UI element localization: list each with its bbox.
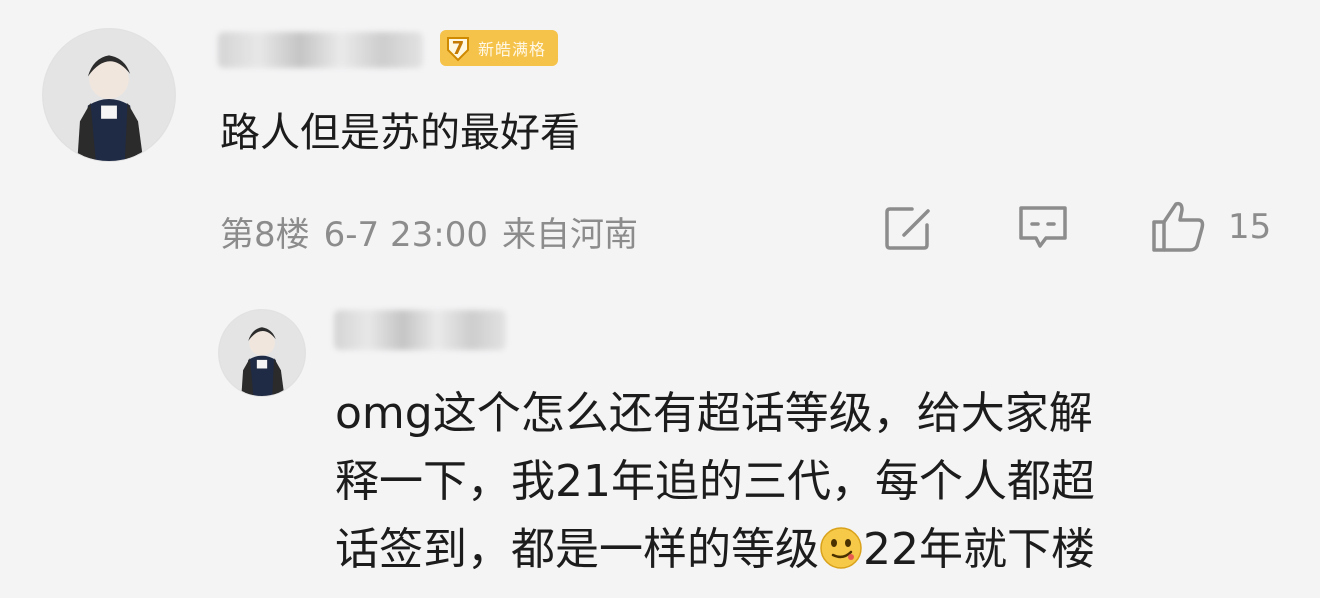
commenter-avatar[interactable] <box>42 28 176 162</box>
comment-text: 路人但是苏的最好看 <box>220 110 580 156</box>
reply-line-3-after: 22年就下楼 <box>863 524 1095 575</box>
replier-avatar[interactable] <box>218 309 306 397</box>
level-icon: 7 <box>444 34 472 62</box>
floor-number: 第8楼 <box>220 215 310 255</box>
edit-square-icon[interactable] <box>884 205 934 251</box>
comment-bubble-icon[interactable] <box>1016 204 1070 254</box>
reply-line-2: 释一下，我21年追的三代，每个人都超 <box>335 456 1095 507</box>
reply-text: omg这个怎么还有超话等级，给大家解 释一下，我21年追的三代，每个人都超 话签… <box>335 380 1265 584</box>
thumbs-up-icon[interactable] <box>1150 198 1206 254</box>
comment-datetime: 6-7 23:00 <box>323 215 488 255</box>
replier-name-blurred[interactable] <box>334 310 506 350</box>
comment-location: 来自河南 <box>501 215 638 255</box>
reply-line-3-before: 话签到，都是一样的等级 <box>335 524 819 575</box>
badge-label: 新皓满格 <box>478 40 547 59</box>
fan-level-badge[interactable]: 7 新皓满格 <box>440 30 559 66</box>
reply-line-3: 话签到，都是一样的等级 22年就下楼 <box>335 516 1265 584</box>
like-count: 15 <box>1228 207 1272 247</box>
badge-level-number: 7 <box>451 37 465 59</box>
comment-meta: 第8楼 6-7 23:00 来自河南 <box>220 207 652 256</box>
commenter-name-blurred[interactable] <box>218 32 423 68</box>
reply-line-1: omg这个怎么还有超话等级，给大家解 <box>335 388 1093 439</box>
smirk-emoji-icon <box>820 527 862 569</box>
